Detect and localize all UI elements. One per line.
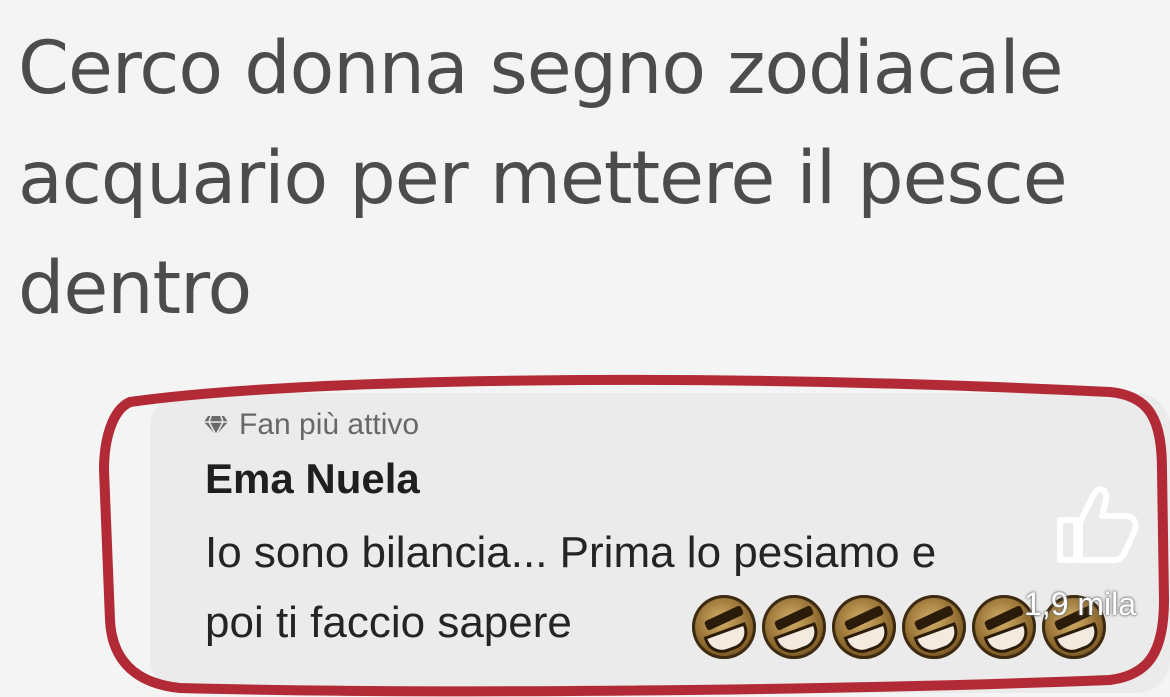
top-fan-badge: Fan più attivo [203,408,419,442]
laughing-emoji-icon [762,595,826,659]
comment-text-line-2: poi ti faccio sapere [205,598,572,647]
comment-text-line-1: Io sono bilancia... Prima lo pesiamo e [205,528,937,577]
comment-author[interactable]: Ema Nuela [205,455,420,503]
badge-label: Fan più attivo [239,408,420,441]
diamond-badge-icon [203,414,229,436]
laughing-emoji-icon [692,595,756,659]
thumbs-up-icon[interactable] [1050,478,1140,568]
post-text: Cerco donna segno zodiacale acquario per… [18,26,1068,331]
like-count: 1,9 mila [1024,586,1137,622]
laughing-emoji-icon [902,595,966,659]
laughing-emoji-icon [832,595,896,659]
